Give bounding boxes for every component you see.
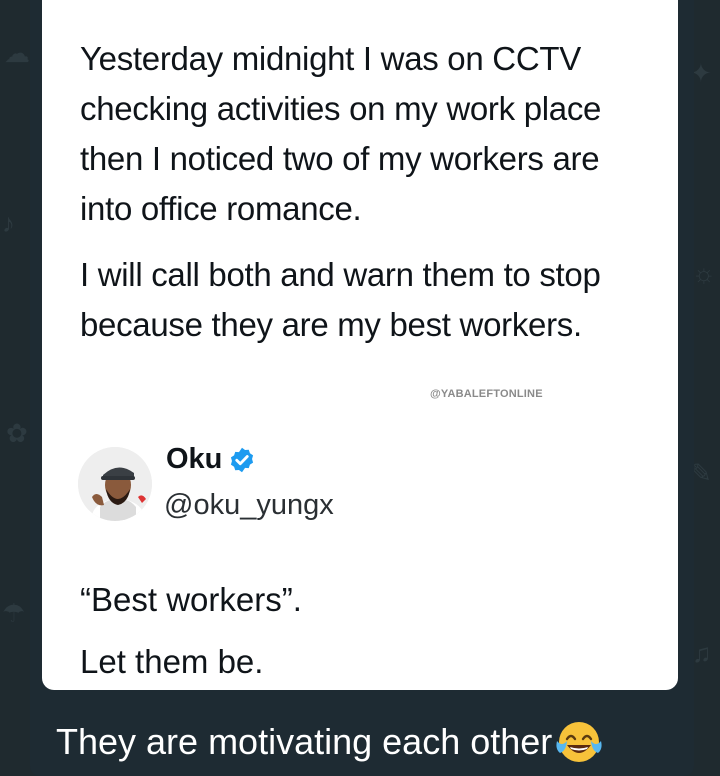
reply-line-2: Let them be. — [80, 643, 264, 680]
doodle-icon: ☼ — [692, 258, 716, 288]
doodle-icon: ♪ — [2, 208, 15, 238]
face-with-tears-of-joy-icon — [556, 722, 602, 762]
avatar-photo-icon — [78, 447, 152, 521]
tweet-text: Yesterday midnight I was on CCTV checkin… — [80, 34, 640, 350]
doodle-icon: ✿ — [6, 418, 28, 448]
doodle-icon: ☁ — [4, 38, 30, 68]
doodle-icon: ♫ — [692, 638, 712, 668]
tweet-screenshot-image[interactable]: Yesterday midnight I was on CCTV checkin… — [42, 0, 678, 690]
reply-author: Oku @oku_yungx — [78, 443, 638, 523]
reply-line-1: “Best workers”. — [80, 581, 302, 618]
author-name[interactable]: Oku — [166, 443, 222, 476]
author-handle[interactable]: @oku_yungx — [164, 489, 334, 522]
tweet-paragraph-2: I will call both and warn them to stop b… — [80, 256, 601, 343]
caption-text: They are motivating each other — [56, 721, 553, 762]
author-name-row: Oku — [166, 443, 256, 476]
reply-text: “Best workers”. Let them be. — [80, 580, 640, 682]
watermark: @YABALEFTONLINE — [430, 388, 543, 400]
tweet-paragraph-1: Yesterday midnight I was on CCTV checkin… — [80, 40, 602, 227]
doodle-icon: ☂ — [2, 598, 26, 628]
message-caption: They are motivating each other — [56, 717, 604, 767]
avatar — [78, 447, 152, 521]
verified-badge-icon — [231, 447, 254, 472]
